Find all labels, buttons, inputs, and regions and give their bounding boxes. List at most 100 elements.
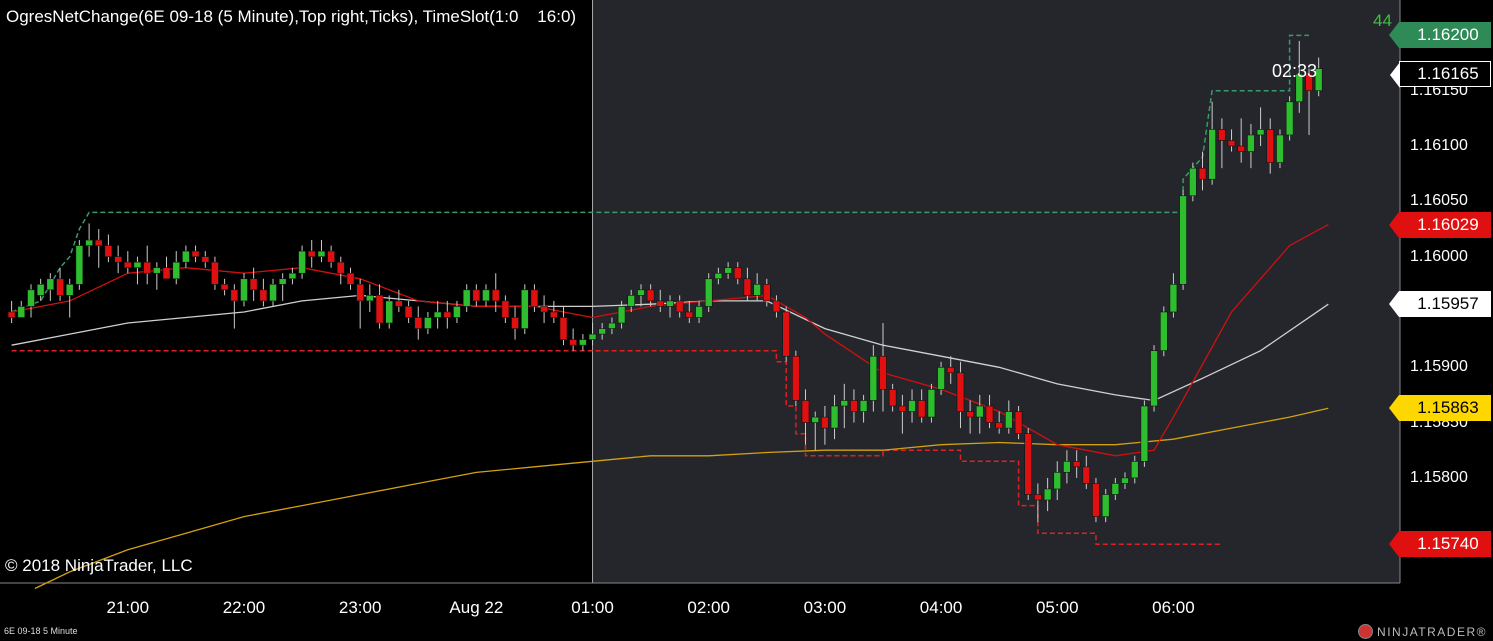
candle-body	[1198, 167, 1207, 180]
red-low-tag: 1.15740	[1389, 531, 1491, 558]
candle-body	[966, 411, 974, 418]
candle-body	[124, 261, 132, 269]
candle-body	[443, 311, 452, 318]
candle-body	[46, 278, 55, 291]
up-candle	[1140, 400, 1149, 467]
candle-body	[675, 300, 684, 313]
candle-body	[85, 239, 93, 246]
candle-body	[27, 289, 35, 307]
candle-body	[75, 245, 84, 285]
candle-body	[772, 300, 781, 313]
candle-body	[211, 261, 219, 285]
red-ema-tag: 1.16029	[1389, 211, 1491, 238]
candle-body	[114, 256, 122, 263]
candle-body	[869, 355, 878, 401]
price-axis-label: 1.15800	[1410, 468, 1468, 486]
candle-body	[559, 317, 568, 340]
candle-body	[143, 261, 152, 274]
candle-body	[898, 405, 907, 412]
candle-body	[1256, 129, 1265, 136]
bar-timer-countdown: 02:33	[1272, 61, 1318, 81]
candle-body	[1072, 461, 1081, 468]
down-candle	[782, 306, 791, 362]
candle-body	[240, 278, 248, 302]
time-axis-label: 04:00	[919, 598, 963, 617]
candle-body	[782, 311, 791, 357]
up-candle	[704, 273, 713, 312]
candle-body	[317, 250, 326, 257]
time-axis-label: 23:00	[338, 598, 382, 617]
candle-body	[1024, 433, 1033, 495]
candle-body	[511, 317, 519, 329]
candle-body	[801, 400, 810, 423]
candle-body	[65, 284, 74, 296]
instrument-footer: 6E 09-18 5 Minute	[4, 626, 78, 636]
candle-body	[375, 295, 384, 324]
up-candle	[927, 383, 936, 423]
last-price-tag: 1.16165	[1390, 61, 1491, 89]
candle-body	[1043, 488, 1052, 501]
candle-body	[733, 267, 742, 280]
candle-body	[792, 355, 800, 401]
candle-body	[327, 250, 335, 263]
candle-body	[278, 278, 287, 285]
candle-body	[1189, 167, 1197, 197]
up-candle	[1285, 96, 1294, 141]
down-candle	[1092, 477, 1100, 523]
candle-body	[1150, 350, 1158, 407]
up-candle	[1160, 306, 1168, 357]
price-chart[interactable]	[0, 0, 1493, 641]
candle-body	[666, 300, 674, 307]
time-axis-label: 21:00	[106, 598, 150, 617]
candle-body	[153, 267, 161, 274]
candle-body	[1140, 405, 1149, 462]
candle-body	[104, 245, 113, 257]
candle-body	[1169, 284, 1178, 313]
candle-body	[879, 355, 887, 390]
candle-body	[182, 250, 190, 263]
candle-body	[36, 284, 45, 296]
candle-body	[453, 306, 461, 318]
candle-body	[850, 400, 858, 412]
candle-body	[249, 278, 258, 291]
candle-body	[1092, 483, 1100, 517]
candle-body	[811, 416, 820, 423]
candle-body	[637, 289, 645, 296]
candle-body	[1218, 129, 1226, 141]
copyright-notice: © 2018 NinjaTrader, LLC	[5, 556, 193, 575]
time-axis-label: 02:00	[687, 598, 730, 617]
indicator-label: OgresNetChange(6E 09-18 (5 Minute),Top r…	[6, 7, 577, 26]
candle-body	[433, 311, 442, 318]
logo-text: NINJATRADER®	[1377, 624, 1487, 639]
candle-body	[985, 405, 994, 423]
price-axis-label: 1.16000	[1410, 247, 1468, 265]
candle-body	[569, 339, 577, 346]
candle-body	[1266, 129, 1275, 163]
candle-body	[17, 306, 26, 318]
candle-body	[501, 300, 510, 318]
candle-body	[695, 306, 703, 318]
candle-body	[162, 267, 171, 280]
candle-body	[1005, 411, 1013, 429]
candle-body	[627, 295, 636, 307]
candle-body	[191, 250, 200, 257]
candle-body	[1160, 311, 1168, 351]
candle-body	[269, 284, 277, 302]
up-candle	[1150, 345, 1158, 412]
candle-body	[7, 311, 16, 318]
ninjatrader-logo: NINJATRADER®	[1358, 624, 1487, 639]
candle-body	[414, 317, 423, 329]
candle-body	[975, 405, 984, 418]
candle-body	[385, 300, 394, 324]
candle-body	[1285, 101, 1294, 136]
candle-body	[462, 289, 471, 307]
candle-body	[579, 339, 587, 346]
candle-body	[356, 284, 364, 302]
white-sma-tag: 1.15957	[1389, 291, 1491, 318]
candle-body	[220, 284, 229, 291]
candle-body	[927, 389, 936, 418]
candle-body	[1247, 134, 1255, 152]
time-axis-label: 05:00	[1035, 598, 1079, 617]
up-candle	[520, 284, 529, 335]
candle-body	[859, 400, 868, 412]
